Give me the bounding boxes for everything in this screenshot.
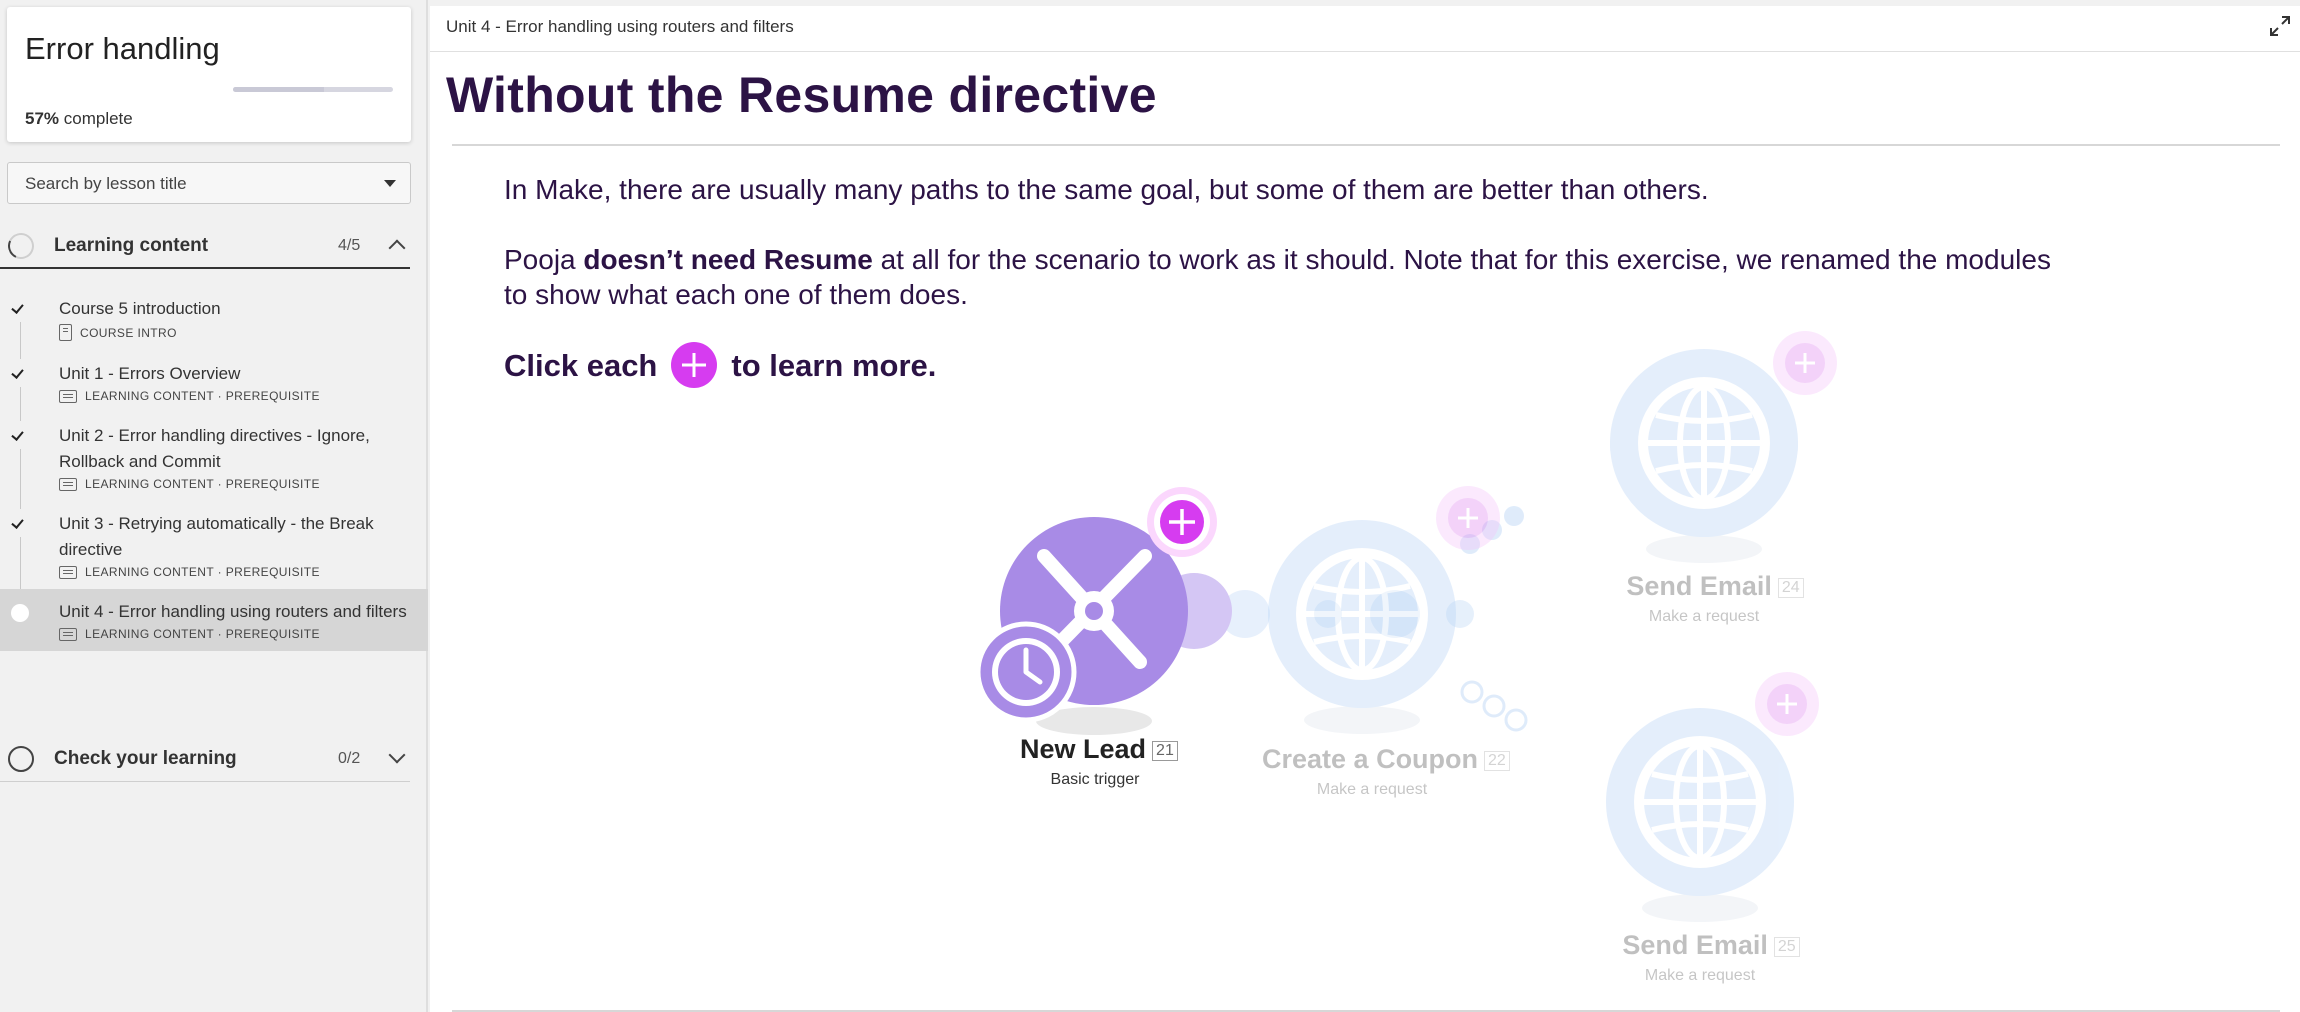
breadcrumb: Unit 4 - Error handling using routers an… xyxy=(446,17,794,36)
module-name: Send Email xyxy=(1622,930,1768,960)
slides-icon xyxy=(59,565,77,579)
module-label-send-email-bottom: Send Email 25 xyxy=(1616,930,1806,961)
section-check-your-learning[interactable]: Check your learning 0/2 xyxy=(0,734,410,782)
lesson-title: Course 5 introduction xyxy=(59,299,221,318)
lesson-type: LEARNING CONTENT · PREREQUISITE xyxy=(85,565,320,579)
text: Click each xyxy=(504,347,658,383)
progress-percent: 57% xyxy=(25,109,60,128)
progress-text: 57% complete xyxy=(25,109,133,129)
lesson-meta: LEARNING CONTENT · PREREQUISITE xyxy=(59,389,408,403)
resume-paragraph: Pooja doesn’t need Resume at all for the… xyxy=(504,242,2064,312)
current-lesson-dot-icon xyxy=(11,604,29,622)
lesson-item[interactable]: Unit 4 - Error handling using routers an… xyxy=(0,589,428,651)
lesson-meta: COURSE INTRO xyxy=(59,324,408,341)
checkmark-icon xyxy=(11,428,24,441)
slides-icon xyxy=(59,389,77,403)
scenario-graphic xyxy=(975,331,1837,922)
module-label-new-lead: New Lead 21 xyxy=(1020,734,1178,765)
module-number: 24 xyxy=(1777,577,1804,598)
lesson-meta: LEARNING CONTENT · PREREQUISITE xyxy=(59,627,408,641)
module-subtitle: Make a request xyxy=(1648,608,1760,625)
module-number: 21 xyxy=(1152,740,1178,761)
lesson-title: Unit 1 - Errors Overview xyxy=(59,364,241,383)
module-number: 22 xyxy=(1484,750,1510,771)
document-icon xyxy=(59,324,72,341)
lesson-type: LEARNING CONTENT · PREREQUISITE xyxy=(85,389,320,403)
progress-suffix: complete xyxy=(59,109,133,128)
module-subtitle: Make a request xyxy=(1316,781,1428,798)
slides-icon xyxy=(59,477,77,491)
lesson-title: Unit 4 - Error handling using routers an… xyxy=(59,602,407,621)
expand-icon[interactable] xyxy=(2268,14,2292,38)
divider xyxy=(452,144,2280,146)
course-title: Error handling xyxy=(25,31,220,66)
lesson-item[interactable]: Unit 2 - Error handling directives - Ign… xyxy=(0,413,428,509)
section-learning-content[interactable]: Learning content 4/5 xyxy=(0,221,410,269)
lesson-type: LEARNING CONTENT · PREREQUISITE xyxy=(85,477,320,491)
section-label: Learning content xyxy=(54,235,209,256)
add-plus-button[interactable] xyxy=(1147,487,1217,557)
module-number: 25 xyxy=(1773,936,1800,957)
timeline-line xyxy=(20,537,21,597)
checkmark-icon xyxy=(11,516,24,529)
lesson-title: Unit 2 - Error handling directives - Ign… xyxy=(59,426,370,471)
module-label-create-coupon: Create a Coupon 22 xyxy=(1262,744,1510,775)
lesson-title: Unit 3 - Retrying automatically - the Br… xyxy=(59,514,374,559)
timeline-line xyxy=(20,449,21,509)
caret-down-icon xyxy=(384,180,396,187)
progress-card: Error handling 57% complete xyxy=(7,7,411,142)
checkmark-icon xyxy=(11,301,24,314)
lesson-topbar: Unit 4 - Error handling using routers an… xyxy=(430,6,2300,52)
checkmark-icon xyxy=(11,366,24,379)
search-placeholder: Search by lesson title xyxy=(25,174,187,193)
chevron-up-icon[interactable] xyxy=(388,239,406,257)
empty-circle-icon xyxy=(8,746,34,772)
section-label: Check your learning xyxy=(54,748,237,769)
scenario-diagram: New Lead 21 Basic trigger Create a Coupon… xyxy=(830,316,1910,1006)
lesson-item[interactable]: Unit 1 - Errors Overview LEARNING CONTENT… xyxy=(0,351,428,421)
module-subtitle: Basic trigger xyxy=(1050,771,1140,788)
lesson-type: LEARNING CONTENT · PREREQUISITE xyxy=(85,627,320,641)
text: Pooja xyxy=(504,244,584,275)
module-subtitle: Make a request xyxy=(1644,967,1756,984)
page-title: Without the Resume directive xyxy=(446,67,1157,123)
module-name: New Lead xyxy=(1020,734,1147,764)
lesson-content: Unit 4 - Error handling using routers an… xyxy=(430,6,2300,1012)
lesson-item[interactable]: Unit 3 - Retrying automatically - the Br… xyxy=(0,501,428,597)
chevron-down-icon[interactable] xyxy=(388,746,406,764)
progress-bar xyxy=(233,87,393,92)
progress-ring-icon xyxy=(4,229,38,263)
module-label-send-email-top: Send Email 24 xyxy=(1620,571,1810,602)
lesson-meta: LEARNING CONTENT · PREREQUISITE xyxy=(59,565,408,579)
module-name: Send Email xyxy=(1626,571,1772,601)
section-count: 4/5 xyxy=(338,237,361,254)
email-bottom-module-icon xyxy=(1606,672,1819,922)
lesson-type: COURSE INTRO xyxy=(80,325,177,340)
lesson-list: Course 5 introduction COURSE INTRO Unit 1 … xyxy=(0,286,428,651)
connector-coupon-email-bottom xyxy=(1460,680,1528,732)
course-sidebar: Error handling 57% complete Search by le… xyxy=(0,0,428,1012)
lesson-item[interactable]: Course 5 introduction COURSE INTRO xyxy=(0,286,428,359)
plus-icon xyxy=(671,342,718,388)
emphasis: doesn’t need Resume xyxy=(583,244,873,275)
email-top-module-icon xyxy=(1610,331,1837,563)
section-count: 0/2 xyxy=(338,750,361,767)
lesson-meta: LEARNING CONTENT · PREREQUISITE xyxy=(59,477,408,491)
progress-bar-fill xyxy=(233,87,325,92)
lesson-search-dropdown[interactable]: Search by lesson title xyxy=(7,162,411,204)
slides-icon xyxy=(59,627,77,641)
module-name: Create a Coupon xyxy=(1262,744,1479,774)
intro-paragraph: In Make, there are usually many paths to… xyxy=(504,174,1709,205)
